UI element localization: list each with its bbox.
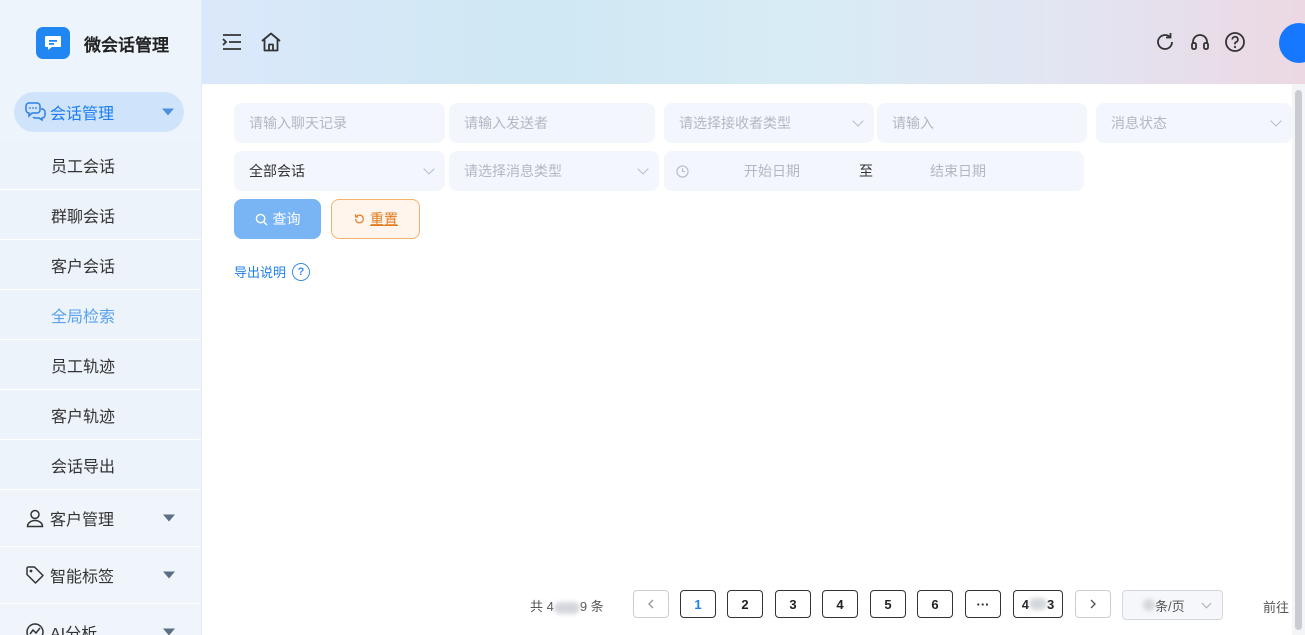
- redacted-count: [553, 601, 580, 614]
- clock-icon: [676, 164, 689, 178]
- page-button-3[interactable]: 3: [775, 590, 811, 618]
- chevron-down-icon: [637, 163, 649, 175]
- chevron-right-icon: [1090, 599, 1096, 609]
- chevron-down-icon: [1270, 115, 1282, 127]
- reset-button[interactable]: 重置: [331, 199, 420, 239]
- last-page-prefix: 4: [1021, 596, 1029, 612]
- tag-icon: [24, 564, 46, 586]
- chevron-down-icon: [852, 115, 864, 127]
- caret-down-icon: [163, 628, 175, 635]
- menu-group-label: 会话管理: [50, 106, 115, 123]
- page-button-1[interactable]: 1: [680, 590, 716, 618]
- submenu-item-group-chat-sessions[interactable]: 群聊会话: [0, 190, 201, 240]
- chat-bubbles-icon: [24, 102, 46, 122]
- caret-down-icon: [163, 514, 175, 522]
- chevron-left-icon: [648, 599, 654, 609]
- chevron-down-icon: [423, 163, 435, 175]
- session-scope-select[interactable]: 全部会话: [234, 151, 445, 191]
- date-range-picker[interactable]: 开始日期 至 结束日期: [664, 151, 1084, 191]
- submenu-item-customer-sessions[interactable]: 客户会话: [0, 240, 201, 290]
- search-icon: [255, 213, 268, 226]
- main-content: 请输入聊天记录 请输入发送者 请选择接收者类型 请输入 消息状态 全部会话 请选…: [214, 84, 1292, 635]
- caret-down-icon: [163, 571, 175, 579]
- sender-input[interactable]: 请输入发送者: [449, 103, 655, 143]
- redacted-page-size: [1143, 599, 1155, 611]
- goto-label: 前往: [1263, 600, 1290, 615]
- page-ellipsis-button[interactable]: ···: [965, 590, 1001, 618]
- top-header: [202, 0, 1305, 84]
- keyword-input[interactable]: 请输入: [877, 103, 1087, 143]
- refresh-icon[interactable]: [1153, 30, 1177, 54]
- submenu-item-global-search[interactable]: 全局检索: [0, 290, 201, 340]
- page-size-select[interactable]: 条/页: [1122, 590, 1223, 620]
- scrollbar-thumb[interactable]: [1295, 90, 1302, 630]
- message-status-select[interactable]: 消息状态: [1096, 103, 1292, 143]
- total-suffix: 9 条: [579, 599, 604, 614]
- menu-group-smart-tags[interactable]: 智能标签: [0, 547, 201, 604]
- user-icon: [24, 507, 46, 529]
- reset-icon: [353, 213, 365, 225]
- last-page-button[interactable]: 43: [1013, 590, 1063, 618]
- submenu-item-employee-track[interactable]: 员工轨迹: [0, 340, 201, 390]
- chat-record-input[interactable]: 请输入聊天记录: [234, 103, 445, 143]
- end-date-placeholder: 结束日期: [930, 163, 986, 179]
- message-type-placeholder: 请选择消息类型: [464, 163, 562, 179]
- home-icon[interactable]: [259, 30, 283, 54]
- message-status-placeholder: 消息状态: [1111, 115, 1167, 131]
- menu-group-session-management[interactable]: 会话管理: [14, 92, 184, 132]
- menu-toggle-icon[interactable]: [220, 30, 244, 54]
- submenu-item-session-export[interactable]: 会话导出: [0, 440, 201, 490]
- query-button[interactable]: 查询: [234, 199, 321, 239]
- menu-group-label: 智能标签: [50, 569, 115, 586]
- next-page-button[interactable]: [1075, 590, 1111, 618]
- reset-label: 重置: [370, 211, 398, 227]
- chevron-down-icon: [1201, 598, 1212, 609]
- session-scope-value: 全部会话: [249, 163, 305, 179]
- user-avatar[interactable]: [1279, 23, 1305, 63]
- app-logo-icon: [36, 27, 70, 59]
- help-icon[interactable]: [1223, 30, 1247, 54]
- caret-down-icon: [162, 108, 174, 116]
- page-button-4[interactable]: 4: [822, 590, 858, 618]
- submenu: 员工会话 群聊会话 客户会话 全局检索 员工轨迹 客户轨迹 会话导出: [0, 140, 201, 490]
- message-type-select[interactable]: 请选择消息类型: [449, 151, 659, 191]
- prev-page-button[interactable]: [633, 590, 669, 618]
- logo-row: 微会话管理: [0, 0, 201, 86]
- query-label: 查询: [272, 211, 301, 227]
- export-instructions-link[interactable]: 导出说明 ?: [234, 262, 311, 281]
- menu-group-ai-analysis[interactable]: AI分析: [0, 604, 201, 635]
- question-circle-icon: ?: [292, 262, 311, 281]
- ai-chart-icon: [24, 621, 46, 635]
- last-page-suffix: 3: [1047, 596, 1055, 612]
- app-window: 微会话管理 会话管理 员工会话 群聊会话 客户会话 全局检索 员工轨迹 客户轨迹…: [0, 0, 1305, 635]
- pagination-total: 共 4 9 条: [530, 596, 604, 615]
- submenu-item-customer-track[interactable]: 客户轨迹: [0, 390, 201, 440]
- receiver-type-select[interactable]: 请选择接收者类型: [664, 103, 874, 143]
- app-title: 微会话管理: [84, 35, 169, 55]
- page-size-suffix: 条/页: [1155, 598, 1185, 614]
- redacted-page-number: [1029, 598, 1047, 610]
- total-prefix: 共 4: [530, 599, 554, 614]
- export-link-label: 导出说明: [234, 265, 287, 280]
- sidebar: 微会话管理 会话管理 员工会话 群聊会话 客户会话 全局检索 员工轨迹 客户轨迹…: [0, 0, 202, 635]
- submenu-item-employee-sessions[interactable]: 员工会话: [0, 140, 201, 190]
- page-button-6[interactable]: 6: [917, 590, 953, 618]
- vertical-scrollbar[interactable]: [1292, 84, 1305, 635]
- page-button-2[interactable]: 2: [727, 590, 763, 618]
- receiver-type-placeholder: 请选择接收者类型: [679, 115, 791, 131]
- start-date-placeholder: 开始日期: [744, 163, 800, 179]
- menu-group-label: 客户管理: [50, 512, 115, 529]
- menu-group-label: AI分析: [50, 626, 98, 635]
- date-separator: 至: [859, 163, 873, 179]
- headset-support-icon[interactable]: [1188, 30, 1212, 54]
- page-button-5[interactable]: 5: [870, 590, 906, 618]
- menu-group-customer-management[interactable]: 客户管理: [0, 490, 201, 547]
